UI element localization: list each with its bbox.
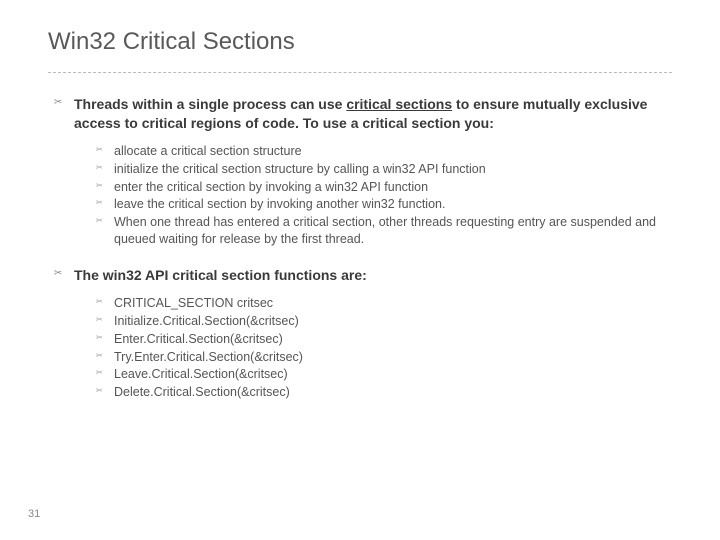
sub-item: Leave.Critical.Section(&critsec) (96, 366, 672, 383)
text-underline: critical sections (346, 96, 452, 112)
text-pre: Threads within a single process can use (74, 96, 346, 112)
sub-item: enter the critical section by invoking a… (96, 179, 672, 196)
page-number: 31 (28, 508, 40, 520)
sub-item: leave the critical section by invoking a… (96, 196, 672, 213)
sub-item: Initialize.Critical.Section(&critsec) (96, 313, 672, 330)
sub-item: allocate a critical section structure (96, 143, 672, 160)
bullet-text: Threads within a single process can use … (74, 95, 672, 133)
bullet-item: The win32 API critical section functions… (54, 266, 672, 401)
sub-item: CRITICAL_SECTION critsec (96, 295, 672, 312)
sub-item: When one thread has entered a critical s… (96, 214, 672, 248)
divider (48, 72, 672, 73)
sub-item: initialize the critical section structur… (96, 161, 672, 178)
sub-item: Delete.Critical.Section(&critsec) (96, 384, 672, 401)
sub-list: allocate a critical section structure in… (74, 143, 672, 248)
bullet-list: Threads within a single process can use … (48, 95, 672, 401)
text-pre: The win32 API critical section functions… (74, 267, 367, 283)
bullet-text: The win32 API critical section functions… (74, 266, 672, 285)
sub-item: Enter.Critical.Section(&critsec) (96, 331, 672, 348)
bullet-item: Threads within a single process can use … (54, 95, 672, 248)
slide-title: Win32 Critical Sections (48, 28, 672, 56)
slide: Win32 Critical Sections Threads within a… (0, 0, 720, 401)
sub-list: CRITICAL_SECTION critsec Initialize.Crit… (74, 295, 672, 401)
sub-item: Try.Enter.Critical.Section(&critsec) (96, 349, 672, 366)
